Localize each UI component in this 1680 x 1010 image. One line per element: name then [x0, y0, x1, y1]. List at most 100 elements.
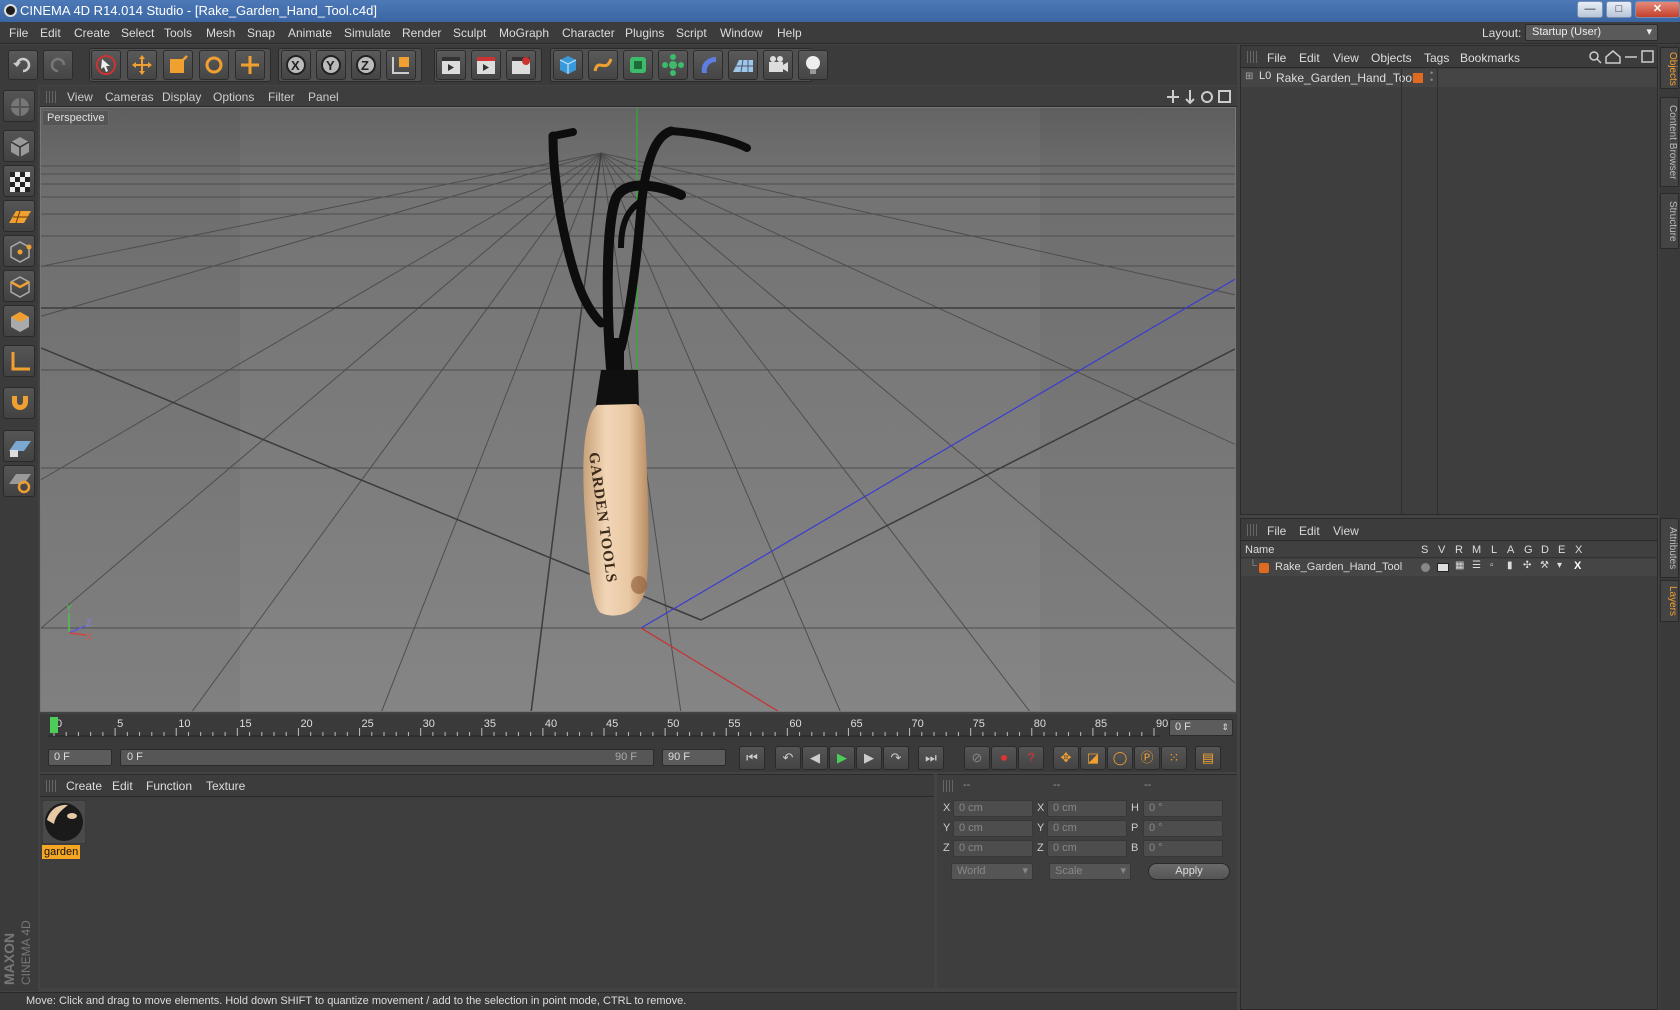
menu-create[interactable]: Create: [74, 26, 110, 40]
generator-toggle-icon[interactable]: ✣: [1523, 560, 1531, 571]
object-menu-objects[interactable]: Objects: [1371, 51, 1412, 65]
apply-button[interactable]: Apply: [1148, 863, 1230, 880]
menu-animate[interactable]: Animate: [288, 26, 332, 40]
object-menu-view[interactable]: View: [1333, 51, 1359, 65]
key-scale-button[interactable]: ◪: [1080, 746, 1106, 770]
visibility-dots-icon[interactable]: • •: [1430, 69, 1433, 85]
layer-menu-edit[interactable]: Edit: [1299, 524, 1320, 538]
menu-mograph[interactable]: MoGraph: [499, 26, 549, 40]
live-selection-button[interactable]: [91, 50, 121, 80]
expression-toggle-icon[interactable]: ▾: [1557, 560, 1562, 571]
viewport-menu-cameras[interactable]: Cameras: [105, 90, 154, 104]
layer-name[interactable]: Rake_Garden_Hand_Tool: [1275, 561, 1402, 573]
axis-mode-button[interactable]: [3, 345, 35, 377]
menu-edit[interactable]: Edit: [40, 26, 61, 40]
coordinate-system-button[interactable]: [386, 50, 416, 80]
column-name[interactable]: Name: [1245, 544, 1274, 556]
camera-label[interactable]: Perspective: [42, 110, 110, 126]
previous-frame-button[interactable]: ◀: [802, 746, 828, 770]
menu-sculpt[interactable]: Sculpt: [453, 26, 486, 40]
material-menu-edit[interactable]: Edit: [112, 779, 133, 793]
menu-character[interactable]: Character: [562, 26, 615, 40]
viewport-menu-view[interactable]: View: [67, 90, 93, 104]
pos-x-field[interactable]: 0 cm: [953, 800, 1033, 817]
points-mode-button[interactable]: [3, 235, 35, 267]
polygons-mode-button[interactable]: [3, 305, 35, 337]
render-view-button[interactable]: [436, 50, 466, 80]
undo-button[interactable]: [8, 50, 38, 80]
tab-objects[interactable]: Objects: [1660, 47, 1679, 89]
x-axis-lock-button[interactable]: X: [281, 50, 311, 80]
material-menu-create[interactable]: Create: [66, 779, 102, 793]
object-menu-file[interactable]: File: [1267, 51, 1286, 65]
menu-tools[interactable]: Tools: [164, 26, 192, 40]
array-object-button[interactable]: [658, 50, 688, 80]
layer-menu-view[interactable]: View: [1333, 524, 1359, 538]
manager-toggle-icon[interactable]: ☰: [1472, 560, 1481, 571]
deformer-button[interactable]: [693, 50, 723, 80]
end-frame-field[interactable]: 90 F: [662, 749, 726, 766]
spline-object-button[interactable]: [588, 50, 618, 80]
rot-p-field[interactable]: 0 °: [1143, 820, 1223, 837]
layer-color-tag[interactable]: [1413, 73, 1423, 83]
column-xref[interactable]: X: [1575, 544, 1582, 556]
key-position-button[interactable]: ✥: [1053, 746, 1079, 770]
camera-object-button[interactable]: [763, 50, 793, 80]
cube-object-button[interactable]: [553, 50, 583, 80]
rotate-tool-button[interactable]: [199, 50, 229, 80]
viewport-nav-icons[interactable]: [1166, 89, 1236, 105]
recent-tools-button[interactable]: [235, 50, 265, 80]
viewport-menu-filter[interactable]: Filter: [268, 90, 295, 104]
animation-toggle-icon[interactable]: ▮: [1507, 560, 1513, 571]
playhead-marker[interactable]: [50, 717, 58, 733]
current-frame-field[interactable]: 0 F ⇕: [1169, 719, 1233, 736]
render-picture-viewer-button[interactable]: [471, 50, 501, 80]
size-y-field[interactable]: 0 cm: [1047, 820, 1127, 837]
next-frame-button[interactable]: ▶: [856, 746, 882, 770]
record-keys-button[interactable]: ⊘: [964, 746, 990, 770]
planar-workplane-button[interactable]: [3, 465, 35, 497]
column-deformers[interactable]: D: [1541, 544, 1549, 556]
panel-grip[interactable]: [943, 780, 953, 792]
layer-menu-file[interactable]: File: [1267, 524, 1286, 538]
timeline-ruler[interactable]: 0 5 10 15 20 25 30 35 40 45 50 55 60 65 70 75 80 85 90 0 F…: [40, 714, 1237, 744]
column-view[interactable]: V: [1438, 544, 1445, 556]
column-locked[interactable]: L: [1491, 544, 1497, 556]
menu-snap[interactable]: Snap: [247, 26, 275, 40]
play-button[interactable]: ▶: [829, 746, 855, 770]
edges-mode-button[interactable]: [3, 270, 35, 302]
menu-plugins[interactable]: Plugins: [625, 26, 664, 40]
viewport-menu-options[interactable]: Options: [213, 90, 254, 104]
menu-render[interactable]: Render: [402, 26, 441, 40]
autokeying-button[interactable]: ⏺: [991, 746, 1017, 770]
texture-mode-button[interactable]: [3, 165, 35, 197]
snapping-button[interactable]: [3, 387, 35, 419]
deformer-toggle-icon[interactable]: ⚒: [1540, 560, 1549, 571]
xref-toggle-icon[interactable]: X: [1574, 560, 1581, 572]
perspective-viewport[interactable]: GARDEN TOOLS Y Z X: [40, 107, 1236, 712]
previous-key-button[interactable]: ↶: [775, 746, 801, 770]
object-name[interactable]: Rake_Garden_Hand_Tool: [1276, 71, 1415, 85]
next-key-button[interactable]: ↷: [883, 746, 909, 770]
y-axis-lock-button[interactable]: Y: [316, 50, 346, 80]
lock-toggle-icon[interactable]: ▫: [1490, 560, 1494, 571]
keyframe-selection-button[interactable]: ?: [1018, 746, 1044, 770]
rot-h-field[interactable]: 0 °: [1143, 800, 1223, 817]
panel-grip[interactable]: [46, 780, 56, 792]
scale-tool-button[interactable]: [163, 50, 193, 80]
viewport-menu-display[interactable]: Display: [162, 90, 201, 104]
column-manager[interactable]: M: [1472, 544, 1481, 556]
tab-content-browser[interactable]: Content Browser: [1660, 97, 1679, 187]
menu-select[interactable]: Select: [121, 26, 154, 40]
go-to-start-button[interactable]: ⏮: [739, 746, 765, 770]
render-settings-button[interactable]: [506, 50, 536, 80]
rot-b-field[interactable]: 0 °: [1143, 840, 1223, 857]
menu-file[interactable]: File: [9, 26, 28, 40]
tab-attributes[interactable]: Attributes: [1660, 518, 1679, 578]
object-manager-nav-icons[interactable]: [1587, 49, 1655, 65]
column-generators[interactable]: G: [1524, 544, 1533, 556]
model-mode-button[interactable]: [3, 130, 35, 162]
object-menu-bookmarks[interactable]: Bookmarks: [1460, 51, 1520, 65]
workplane-mode-button[interactable]: [3, 200, 35, 232]
start-frame-field[interactable]: 0 F: [48, 749, 112, 766]
